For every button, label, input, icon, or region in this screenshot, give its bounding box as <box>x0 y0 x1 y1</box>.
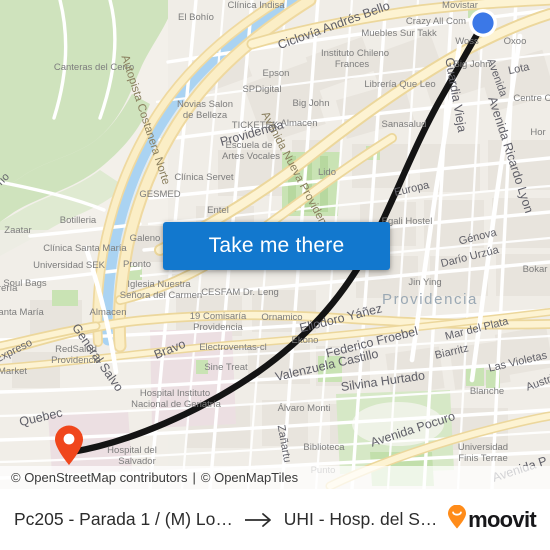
take-me-there-button[interactable]: Take me there <box>163 222 390 270</box>
route-destination-label: UHI - Hosp. del Sal... <box>283 509 442 529</box>
arrow-right-icon <box>244 512 274 528</box>
moovit-wordmark: moovit <box>468 506 537 532</box>
route-footer-bar: Pc205 - Parada 1 / (M) Los ... UHI - Hos… <box>0 489 550 550</box>
moovit-route-map-screen: Providencia El Bohío Clínica Indisa Cantera… <box>0 0 550 550</box>
moovit-logo[interactable]: moovit <box>447 504 537 534</box>
map-attribution: © OpenStreetMap contributors | © OpenMap… <box>0 466 550 489</box>
attribution-osm[interactable]: © OpenStreetMap contributors <box>11 470 188 485</box>
take-me-there-label: Take me there <box>208 234 345 257</box>
attribution-tiles[interactable]: © OpenMapTiles <box>201 470 298 485</box>
moovit-pin-icon <box>447 504 467 534</box>
route-endpoints: Pc205 - Parada 1 / (M) Los ... UHI - Hos… <box>14 509 441 530</box>
route-origin-label: Pc205 - Parada 1 / (M) Los ... <box>14 509 234 529</box>
map-canvas[interactable]: Providencia El Bohío Clínica Indisa Cantera… <box>0 0 550 489</box>
attribution-separator: | <box>192 470 196 485</box>
